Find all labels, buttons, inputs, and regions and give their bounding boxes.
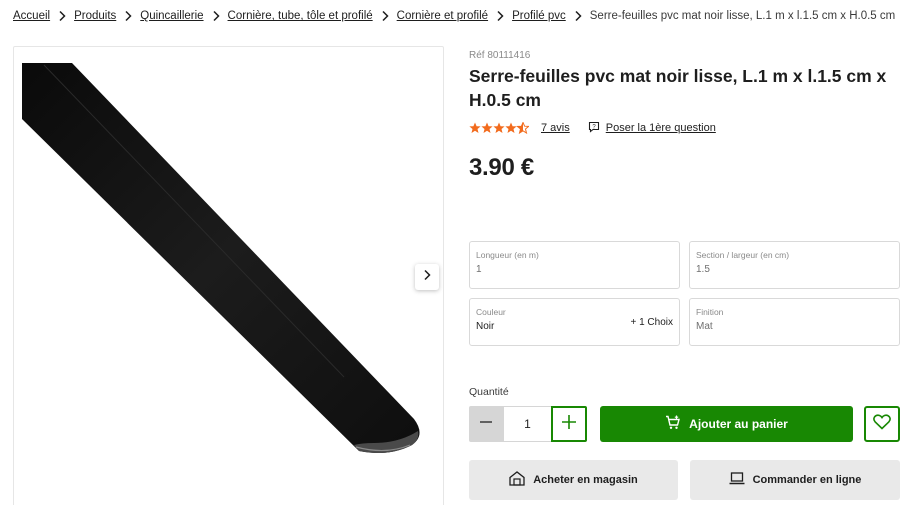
add-to-favorites-button[interactable] xyxy=(864,406,900,442)
quantity-input[interactable]: 1 xyxy=(503,406,552,442)
color-selector[interactable]: Couleur Noir + 1 Choix xyxy=(469,298,680,346)
ask-question-label: Poser la 1ère question xyxy=(605,122,716,134)
star-icon xyxy=(469,122,529,134)
store-icon xyxy=(509,471,525,489)
buy-in-store-label: Acheter en magasin xyxy=(533,474,638,486)
chevron-right-icon xyxy=(204,10,228,22)
chevron-right-icon xyxy=(50,10,74,22)
breadcrumb-link-corniere-profile[interactable]: Cornière et profilé xyxy=(397,10,488,22)
breadcrumb: Accueil Produits Quincaillerie Cornière,… xyxy=(13,7,895,25)
add-to-cart-button[interactable]: Ajouter au panier xyxy=(600,406,853,442)
add-to-cart-label: Ajouter au panier xyxy=(689,417,788,431)
breadcrumb-link-profile-pvc[interactable]: Profilé pvc xyxy=(512,10,566,22)
quantity-label: Quantité xyxy=(469,386,509,398)
quantity-increase-button[interactable] xyxy=(551,406,587,442)
quantity-stepper: 1 xyxy=(469,406,587,442)
breadcrumb-link-produits[interactable]: Produits xyxy=(74,10,116,22)
product-image xyxy=(22,63,420,453)
length-value: 1 xyxy=(476,264,482,275)
length-selector[interactable]: Longueur (en m) 1 xyxy=(469,241,680,289)
color-label: Couleur xyxy=(476,307,506,317)
breadcrumb-link-quincaillerie[interactable]: Quincaillerie xyxy=(140,10,203,22)
minus-icon xyxy=(479,415,493,434)
cart-add-icon xyxy=(665,415,681,433)
rating-stars xyxy=(469,122,529,134)
chevron-right-icon xyxy=(488,10,512,22)
quantity-decrease-button[interactable] xyxy=(469,406,504,442)
finish-selector[interactable]: Finition Mat xyxy=(689,298,900,346)
order-online-button[interactable]: Commander en ligne xyxy=(690,460,900,500)
chevron-right-icon xyxy=(566,10,590,22)
breadcrumb-link-accueil[interactable]: Accueil xyxy=(13,10,50,22)
color-extra-choices: + 1 Choix xyxy=(630,317,673,328)
product-image-gallery xyxy=(13,46,444,505)
breadcrumb-current: Serre-feuilles pvc mat noir lisse, L.1 m… xyxy=(589,10,896,22)
finish-label: Finition xyxy=(696,307,724,317)
product-reference: Réf 80111416 xyxy=(469,50,531,61)
length-label: Longueur (en m) xyxy=(476,250,539,260)
section-label: Section / largeur (en cm) xyxy=(696,250,790,260)
section-value: 1.5 xyxy=(696,264,710,275)
ask-question-link[interactable]: ? Poser la 1ère question xyxy=(588,121,716,136)
buy-in-store-button[interactable]: Acheter en magasin xyxy=(469,460,678,500)
section-selector[interactable]: Section / largeur (en cm) 1.5 xyxy=(689,241,900,289)
plus-icon xyxy=(561,414,577,435)
laptop-icon xyxy=(729,472,745,488)
chevron-right-icon xyxy=(373,10,397,22)
gallery-next-button[interactable] xyxy=(415,264,439,290)
chevron-right-icon xyxy=(116,10,140,22)
product-title: Serre-feuilles pvc mat noir lisse, L.1 m… xyxy=(469,66,887,110)
chevron-right-icon xyxy=(423,268,431,286)
rating-row: 7 avis ? Poser la 1ère question xyxy=(469,120,716,136)
product-price: 3.90 € xyxy=(469,154,534,181)
order-online-label: Commander en ligne xyxy=(752,474,862,486)
reviews-link[interactable]: 7 avis xyxy=(541,122,570,134)
heart-icon xyxy=(873,413,891,435)
finish-value: Mat xyxy=(696,321,713,332)
question-bubble-icon: ? xyxy=(588,121,600,136)
breadcrumb-link-corniere-tube-tole[interactable]: Cornière, tube, tôle et profilé xyxy=(228,10,373,22)
